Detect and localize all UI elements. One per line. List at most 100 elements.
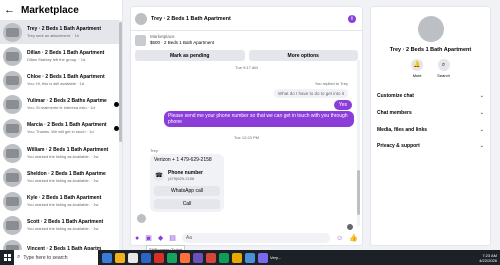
conversation-name: Yulimar · 2 Beds 2 Baths Apartme	[27, 98, 107, 105]
screen: ← Marketplace Trey · 2 Beds 1 Bath Apart…	[0, 0, 500, 265]
avatar	[3, 216, 22, 236]
avatar	[3, 119, 22, 139]
conversation-item[interactable]: Trey · 2 Beds 1 Bath Apartment Trey sent …	[0, 20, 122, 45]
quoted-message[interactable]: What do I have to do to get into it	[273, 89, 348, 98]
conversation-item[interactable]: Vincent · 2 Beds 1 Bath Apartm	[0, 238, 122, 250]
avatar	[137, 214, 146, 223]
conversation-item[interactable]: Chloe · 2 Beds 1 Bath Apartment You: Hi, …	[0, 68, 122, 92]
listing-actions: Mark as pending More options	[131, 46, 362, 65]
conversation-name: Chloe · 2 Beds 1 Bath Apartment	[27, 73, 105, 80]
conversation-item[interactable]: Yulimar · 2 Beds 2 Baths Apartme You: Si …	[0, 93, 122, 117]
conversation-item[interactable]: Scott · 2 Beds 1 Bath Apartment You marke…	[0, 214, 122, 238]
taskbar: ⌕ Type here to search Very... 7:23 AM 4/…	[0, 250, 500, 265]
info-icon[interactable]: i	[348, 15, 356, 23]
emoji-icon[interactable]: ☺	[336, 235, 343, 242]
search-icon: ⌕	[17, 254, 21, 260]
scrollbar-thumb[interactable]	[357, 170, 360, 215]
seen-indicator	[347, 224, 353, 230]
taskbar-app-icon[interactable]	[206, 252, 216, 263]
taskbar-app-icon[interactable]	[115, 252, 125, 263]
conversation-list: Trey · 2 Beds 1 Bath Apartment Trey sent …	[0, 20, 122, 250]
outgoing-message[interactable]: Please send me your phone number so that…	[164, 111, 354, 127]
conversation-item[interactable]: Dillan · 2 Beds 1 Bath Apartment Dillan S…	[0, 44, 122, 68]
section-label: Media, files and links	[377, 127, 428, 133]
mute-button[interactable]: 🔔 Mute	[411, 59, 424, 78]
section-media-files-links[interactable]: Media, files and links ⌄	[377, 125, 484, 135]
like-icon[interactable]: 👍	[349, 234, 358, 242]
windows-icon	[3, 254, 11, 261]
avatar	[3, 22, 22, 42]
search-icon: ⌕	[437, 59, 450, 71]
mute-label: Mute	[412, 73, 422, 78]
back-arrow-icon[interactable]: ←	[4, 4, 15, 16]
marketplace-listing[interactable]: Marketplace $500 · 2 Beds 1 Bath Apartme…	[131, 31, 362, 46]
message-composer: ● ▣ ◆ ▤ Aa ☺ 👍	[131, 231, 362, 245]
conversation-item[interactable]: Marcia · 2 Beds 1 Bath Apartment You: Tha…	[0, 117, 122, 141]
listing-thumbnail	[135, 34, 146, 46]
scrollbar-thumb[interactable]	[119, 22, 122, 142]
reply-label: You replied to Trey	[314, 81, 348, 86]
section-customize-chat[interactable]: Customize chat ⌄	[377, 91, 484, 101]
avatar[interactable]	[135, 12, 147, 25]
chat-scrollbar[interactable]	[357, 60, 360, 226]
section-chat-members[interactable]: Chat members ⌄	[377, 108, 484, 118]
mark-as-pending-button[interactable]: Mark as pending	[135, 50, 245, 61]
conversation-list-scrollbar[interactable]	[119, 20, 122, 250]
taskbar-app-icon[interactable]	[245, 252, 255, 263]
section-privacy-support[interactable]: Privacy & support ⌄	[377, 141, 484, 151]
outgoing-message[interactable]: Yes	[333, 100, 352, 110]
clock-time: 7:23 AM	[482, 252, 497, 258]
image-icon[interactable]: ▣	[145, 234, 152, 242]
taskbar-app-icon[interactable]	[141, 252, 151, 263]
message-input[interactable]: Aa	[181, 233, 331, 243]
phone-number-card: ☎ Phone number (479)629-2158	[154, 168, 220, 183]
avatar	[3, 70, 22, 90]
whatsapp-call-button[interactable]: WhatsApp call	[154, 186, 220, 196]
sticker-icon[interactable]: ◆	[158, 234, 163, 242]
phone-card-number: (479)629-2158	[168, 176, 195, 181]
taskbar-app-icon[interactable]	[102, 252, 112, 263]
chat-details-panel: Trey · 2 Beds 1 Bath Apartment 🔔 Mute ⌕ …	[370, 6, 491, 246]
avatar	[3, 143, 22, 163]
taskbar-app-icon[interactable]	[219, 252, 229, 263]
more-options-button[interactable]: More options	[248, 50, 358, 61]
conversation-name: Dillan · 2 Beds 1 Bath Apartment	[27, 49, 105, 56]
taskbar-app-icon[interactable]	[258, 252, 268, 263]
taskbar-app-icon[interactable]	[167, 252, 177, 263]
clock-date: 4/22/2026	[479, 257, 497, 263]
conversation-name: Sheldon · 2 Beds 1 Bath Apartme	[27, 170, 106, 177]
start-button[interactable]	[0, 250, 14, 265]
bell-icon: 🔔	[411, 59, 424, 71]
conversation-item[interactable]: Sheldon · 2 Beds 1 Bath Apartme You marke…	[0, 165, 122, 189]
gif-icon[interactable]: ▤	[169, 234, 176, 242]
conversation-preview: You: Hi, this is still available · 1d	[27, 80, 84, 86]
taskbar-app-icon[interactable]	[128, 252, 138, 263]
taskbar-search-placeholder: Type here to search	[23, 254, 68, 261]
taskbar-app-icon[interactable]	[193, 252, 203, 263]
avatar[interactable]	[418, 16, 444, 42]
conversation-item[interactable]: Kyle · 2 Beds 1 Bath Apartment You marked…	[0, 189, 122, 213]
search-button[interactable]: ⌕ Search	[437, 59, 450, 78]
sender-name: Trey	[150, 148, 158, 153]
section-label: Chat members	[377, 110, 412, 116]
microphone-icon[interactable]: ●	[135, 235, 139, 242]
taskbar-active-app[interactable]: Very...	[268, 255, 283, 260]
avatar	[3, 95, 22, 115]
incoming-message[interactable]: Verizon + 1 479-629-2158 ☎ Phone number …	[150, 154, 224, 212]
taskbar-search[interactable]: ⌕ Type here to search	[14, 250, 98, 265]
conversation-name: Kyle · 2 Beds 1 Bath Apartment	[27, 194, 102, 201]
section-label: Privacy & support	[377, 143, 420, 149]
conversation-preview: You marked the listing as Available. · 1…	[27, 177, 99, 183]
taskbar-app-icon[interactable]	[180, 252, 190, 263]
conversation-preview: You marked the listing as Available. · 1…	[27, 153, 99, 159]
call-button[interactable]: Call	[154, 199, 220, 209]
clock[interactable]: 7:23 AM 4/22/2026	[479, 253, 497, 263]
chat-title[interactable]: Trey · 2 Beds 1 Bath Apartment	[151, 16, 231, 22]
taskbar-app-icon[interactable]	[154, 252, 164, 263]
timestamp: Tue 12:23 PM	[234, 135, 259, 140]
section-label: Customize chat	[377, 93, 414, 99]
conversation-item[interactable]: William · 2 Beds 1 Bath Apartment You mar…	[0, 141, 122, 165]
taskbar-app-icon[interactable]	[232, 252, 242, 263]
conversation-list-panel: ← Marketplace Trey · 2 Beds 1 Bath Apart…	[0, 0, 123, 250]
timestamp: Tue 9:17 AM	[235, 65, 258, 70]
